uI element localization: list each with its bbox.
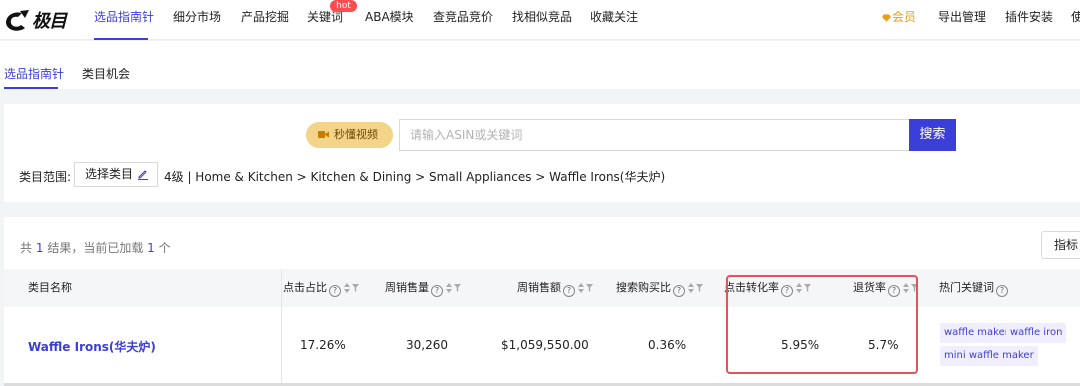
nav-plugin-install[interactable]: 插件安装 [1005,0,1053,40]
header-search-purchase-label: 搜索购买比 [616,281,671,294]
video-camera-icon [318,131,329,138]
help-icon[interactable]: ? [431,285,443,297]
help-icon[interactable]: ? [563,285,575,297]
results-total: 1 [35,241,44,255]
nav-item-compass[interactable]: 选品指南针 [94,0,154,40]
frozen-column-divider [281,269,282,383]
tab-compass[interactable]: 选品指南针 [4,65,64,82]
sort-icon[interactable] [446,283,452,293]
metrics-button[interactable]: 指标 [1041,231,1080,259]
header-hot-keywords-label: 热门关键词 [939,281,994,294]
nav-item-aba[interactable]: ABA模块 [365,0,414,40]
cell-click-share: 17.26% [300,338,346,352]
results-count: 共 1 结果，当前已加载 1 个 [20,239,171,256]
header-weekly-sales[interactable]: 周销售量? [385,269,461,307]
header-weekly-revenue[interactable]: 周销售额? [517,269,593,307]
tab-active-indicator [4,87,58,89]
nav-more[interactable]: 使 [1071,0,1080,40]
sub-tabs: 选品指南针 类目机会 [0,41,1080,89]
video-tutorial-button[interactable]: 秒懂视频 [306,122,393,148]
top-navbar: 极目 选品指南针 细分市场 产品挖掘 关键词 hot ABA模块 查竞品竞价 找… [0,0,1080,40]
logo-text: 极目 [32,11,67,32]
cell-weekly-revenue: $1,059,550.00 [501,338,589,352]
logo[interactable]: 极目 [4,6,67,34]
vip-label: 会员 [892,10,917,24]
filter-icon[interactable] [352,284,359,292]
filter-icon[interactable] [586,284,593,292]
hot-badge: hot [330,0,357,12]
sort-icon[interactable] [578,283,584,293]
edit-icon [138,170,148,180]
nav-item-product-mining[interactable]: 产品挖掘 [241,0,289,40]
category-select-label: 选择类目 [85,167,134,181]
tab-category-opportunity[interactable]: 类目机会 [82,65,130,82]
help-icon[interactable]: ? [996,285,1008,297]
header-category: 类目名称 [28,281,72,294]
logo-icon [6,10,29,31]
header-click-share[interactable]: 点击占比? [283,269,359,307]
keyword-tag[interactable]: mini waffle maker [940,346,1038,366]
nav-item-similar-products[interactable]: 找相似竞品 [512,0,572,40]
results-middle: 结果，当前已加载 [47,241,144,255]
help-icon[interactable]: ? [329,285,341,297]
table-header: 类目名称 点击占比? 周销售量? 周销售额? 搜索购买比? 点击转化率? 退货率… [4,269,1080,307]
header-click-share-label: 点击占比 [283,281,327,294]
results-suffix: 个 [158,241,171,255]
keyword-tag[interactable]: waffle maker [940,323,1013,343]
category-scope-label: 类目范围: [19,170,72,184]
nav-item-competitor-bid[interactable]: 查竞品竞价 [433,0,493,40]
results-prefix: 共 [20,241,33,255]
nav-item-favorites[interactable]: 收藏关注 [590,0,638,40]
cell-weekly-sales: 30,260 [406,338,448,352]
highlight-annotation [726,275,918,374]
nav-export-management[interactable]: 导出管理 [938,0,986,40]
category-path: 4级 | Home & Kitchen > Kitchen & Dining >… [164,170,666,184]
keyword-tag[interactable]: waffle iron [1006,323,1067,343]
header-search-purchase-ratio[interactable]: 搜索购买比? [616,269,703,307]
header-weekly-sales-label: 周销售量 [385,281,429,294]
nav-vip[interactable]: 会员 [882,0,916,40]
nav-item-segment-market[interactable]: 细分市场 [173,0,221,40]
sort-icon[interactable] [344,283,350,293]
nav-active-indicator [94,38,148,40]
table-row: Waffle Irons(华夫炉) 17.26% 30,260 $1,059,5… [4,307,1080,383]
help-icon[interactable]: ? [673,285,685,297]
sort-icon[interactable] [688,283,694,293]
video-tutorial-label: 秒懂视频 [334,128,378,141]
filter-icon[interactable] [454,284,461,292]
diamond-icon [882,14,891,22]
category-link[interactable]: Waffle Irons(华夫炉) [28,338,156,355]
results-loaded: 1 [147,241,155,255]
search-input[interactable]: 请输入ASIN或关键词 [399,119,909,151]
cell-search-purchase-ratio: 0.36% [648,338,687,352]
search-button[interactable]: 搜索 [909,119,956,151]
header-weekly-revenue-label: 周销售额 [517,281,561,294]
search-panel: 秒懂视频 请输入ASIN或关键词 搜索 类目范围: 选择类目 4级 | Home… [4,104,1080,202]
category-select-button[interactable]: 选择类目 [74,162,158,187]
filter-icon[interactable] [696,284,703,292]
header-hot-keywords: 热门关键词? [939,269,1008,307]
